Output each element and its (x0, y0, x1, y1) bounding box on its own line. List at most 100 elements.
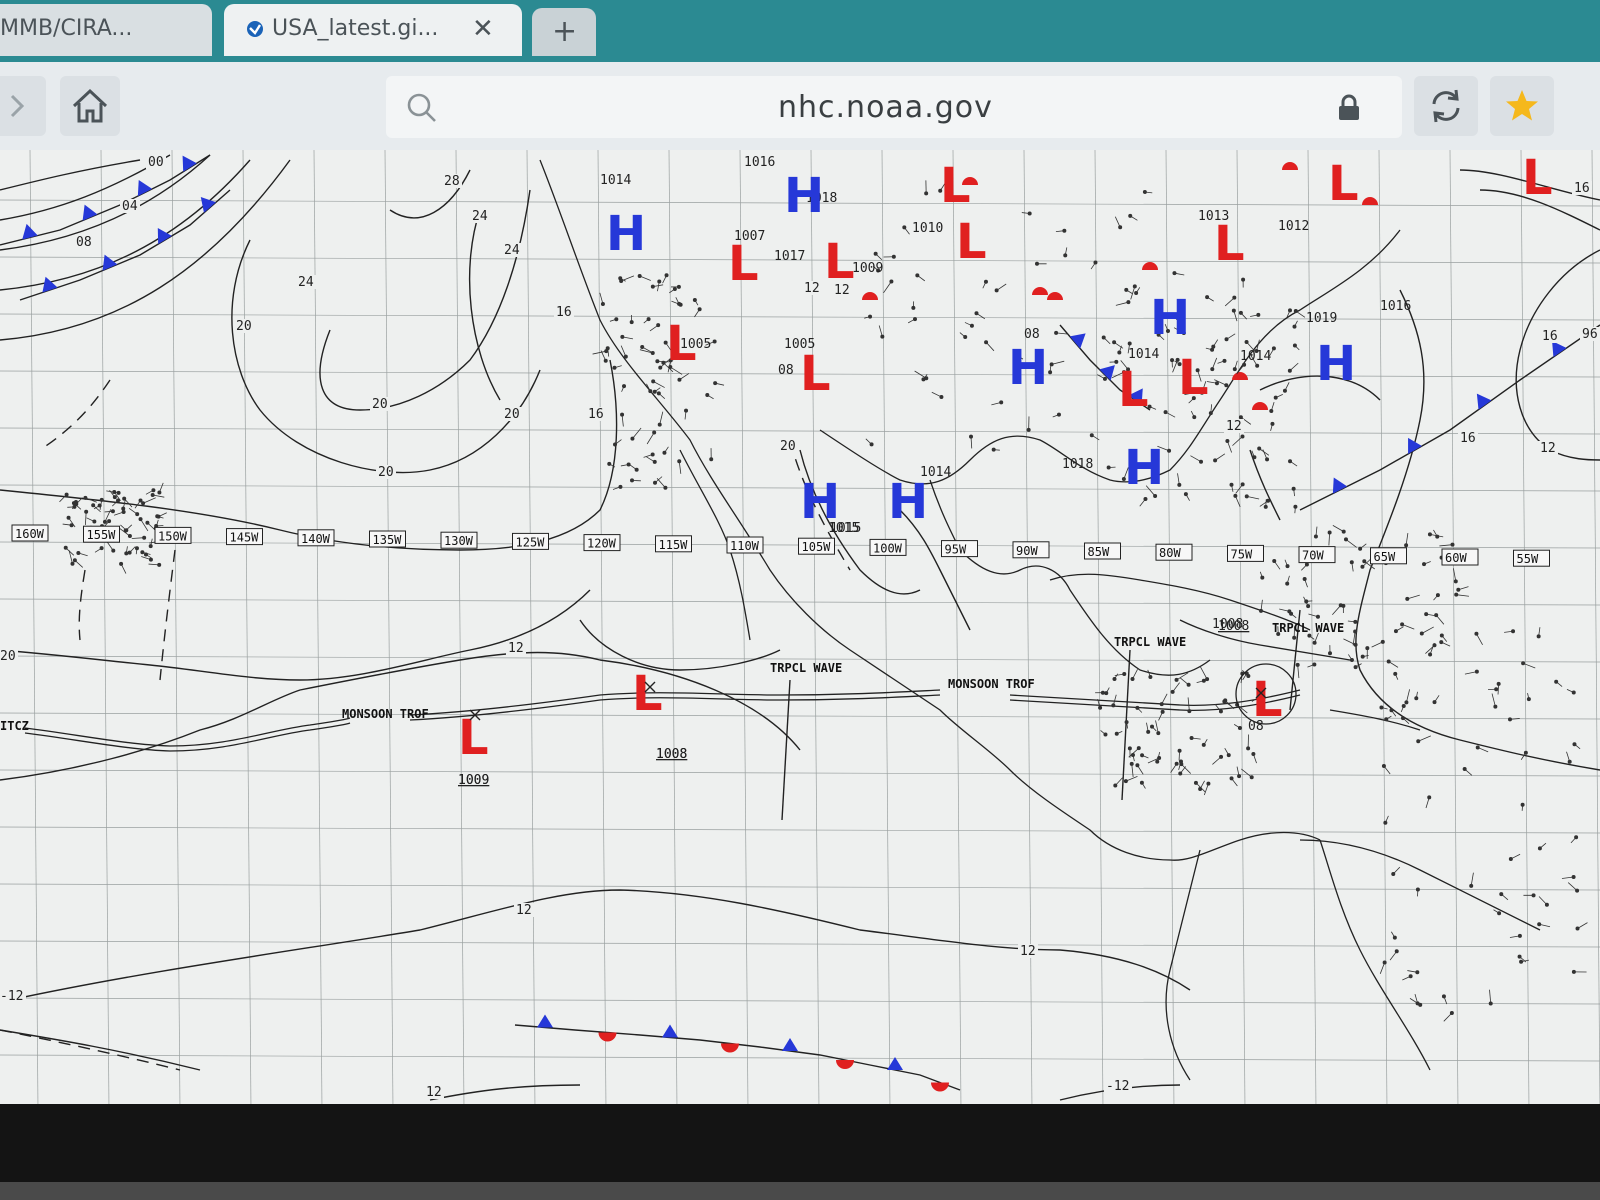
warm-front-semicircle (931, 1082, 949, 1092)
warm-front-semicircle (1047, 292, 1063, 300)
monitor-stand-edge (0, 1182, 1600, 1200)
bookmark-button[interactable] (1490, 76, 1554, 136)
station-dot (712, 339, 717, 344)
longitude-label: 120W (587, 537, 617, 551)
cold-front-triangle (137, 179, 153, 197)
station-dot (1493, 704, 1498, 709)
tab-usa-latest[interactable]: USA_latest.gi... ✕ (224, 4, 522, 56)
isobar-label: -12 (0, 989, 23, 1004)
station-dot (676, 284, 681, 289)
station-dot (1062, 228, 1067, 233)
pressure-value: 08 (778, 363, 794, 378)
forward-button[interactable] (0, 76, 46, 136)
station-dot (151, 488, 156, 493)
low-pressure-1009: 1009 (458, 773, 489, 788)
longitude-label: 90W (1016, 544, 1038, 558)
high-pressure-symbol: H (784, 168, 824, 224)
low-pressure-symbol: L (728, 236, 759, 292)
station-dot (677, 459, 682, 464)
monsoon-trough-label-2: MONSOON TROF (948, 677, 1035, 691)
station-dot (662, 450, 667, 455)
isobar-label: 16 (1460, 431, 1476, 446)
station-dot (1349, 560, 1354, 565)
itcz-label: ITCZ (0, 719, 29, 733)
station-dot (1102, 376, 1107, 381)
station-dot (705, 393, 710, 398)
station-dot (1206, 781, 1211, 786)
station-dot (994, 288, 999, 293)
home-button[interactable] (60, 76, 120, 136)
isobar-label: 12 (804, 281, 820, 296)
station-dot (135, 512, 140, 517)
station-dot (1232, 367, 1237, 372)
longitude-label: 95W (945, 543, 967, 557)
station-dot (1422, 562, 1427, 567)
station-dot (1353, 665, 1358, 670)
station-dot (155, 514, 160, 519)
longitude-label: 75W (1231, 547, 1253, 561)
station-dot (677, 377, 682, 382)
low-pressure-08: 08 (1248, 719, 1264, 734)
station-dot (650, 284, 655, 289)
station-dot (1123, 779, 1128, 784)
station-dot (1111, 703, 1116, 708)
station-dot (911, 305, 916, 310)
station-barb (1418, 735, 1431, 742)
station-barb (1200, 666, 1208, 680)
station-dot (1288, 459, 1293, 464)
station-dot (1424, 612, 1429, 617)
station-dot (124, 528, 129, 533)
isobars (0, 154, 1600, 1101)
station-dot (1416, 739, 1421, 744)
pressure-value: 1014 (1128, 347, 1159, 362)
pressure-value: 1016 (744, 155, 775, 170)
station-dot (1244, 494, 1249, 499)
station-dot (140, 550, 145, 555)
station-dot (1474, 631, 1479, 636)
high-pressure-symbol: H (800, 474, 840, 530)
station-dot (1142, 190, 1147, 195)
low-pressure-1008: 1008 (656, 747, 687, 762)
grid-line (0, 997, 1600, 1005)
station-dot (1172, 271, 1177, 276)
low-pressure-symbol: L (458, 710, 489, 766)
station-dot (1531, 893, 1536, 898)
new-tab-button[interactable]: + (532, 8, 596, 56)
station-dot (1129, 761, 1134, 766)
lock-icon[interactable] (1336, 94, 1362, 122)
pressure-value: 1014 (1240, 349, 1271, 364)
grid-line (1023, 150, 1033, 1110)
station-dot (1287, 308, 1292, 313)
station-dot (983, 279, 988, 284)
station-dot (1255, 363, 1260, 368)
station-dot (1401, 703, 1406, 708)
close-icon[interactable]: ✕ (472, 14, 494, 44)
isobar-label: 96 (1582, 327, 1598, 342)
pressure-value: 1017 (774, 249, 805, 264)
station-dot (1304, 599, 1309, 604)
station-dot (1167, 448, 1172, 453)
station-dot (1400, 622, 1405, 627)
station-dot (924, 191, 929, 196)
address-bar[interactable]: nhc.noaa.gov (386, 76, 1402, 138)
station-dot (1526, 697, 1531, 702)
station-dot (157, 490, 162, 495)
station-barb (1406, 689, 1411, 703)
station-dot (1134, 291, 1139, 296)
station-dot (648, 389, 653, 394)
station-dot (1496, 681, 1501, 686)
grid-line (0, 598, 1600, 606)
pressure-value: 1019 (1306, 311, 1337, 326)
station-dot (1273, 395, 1278, 400)
station-dot (640, 345, 645, 350)
grid-line (881, 150, 891, 1110)
station-dot (663, 485, 668, 490)
home-icon (72, 88, 108, 123)
station-dot (1222, 699, 1227, 704)
tab-mmb-cira[interactable]: MMB/CIRA... (0, 4, 212, 56)
station-dot (984, 340, 989, 345)
station-dot (145, 520, 150, 525)
longitude-label: 140W (301, 532, 331, 546)
reload-button[interactable] (1414, 76, 1478, 136)
station-dot (1571, 875, 1576, 880)
